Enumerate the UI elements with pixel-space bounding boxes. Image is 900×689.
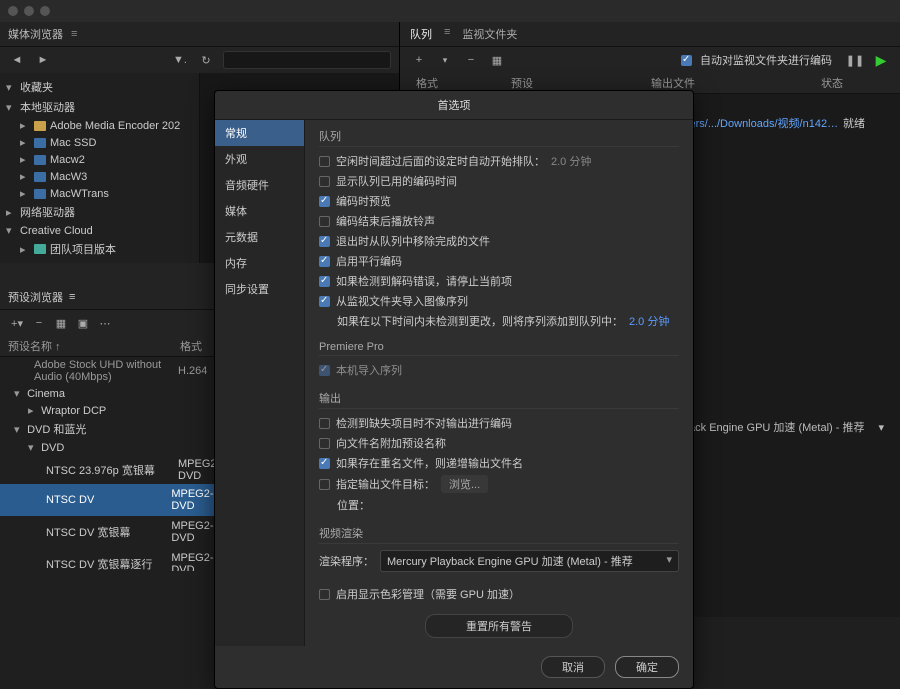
option-label: 编码时预览 <box>336 193 391 209</box>
option-checkbox[interactable] <box>319 176 330 187</box>
browse-button[interactable]: 浏览... <box>441 475 488 493</box>
reset-warnings-button[interactable]: 重置所有警告 <box>425 614 573 638</box>
renderer-label: 渲染程序： <box>319 553 374 569</box>
option-checkbox[interactable] <box>319 156 330 167</box>
option-label: 如果存在重名文件，则递增输出文件名 <box>336 455 523 471</box>
option-label: 检测到缺失项目时不对输出进行编码 <box>336 415 512 431</box>
option-suffix: 2.0 分钟 <box>551 153 591 169</box>
renderer-select[interactable]: Mercury Playback Engine GPU 加速 (Metal) -… <box>380 550 679 572</box>
option-row: 检测到缺失项目时不对输出进行编码 <box>319 413 679 433</box>
prefs-tab-1[interactable]: 外观 <box>215 146 304 172</box>
color-mgmt-checkbox[interactable] <box>319 589 330 600</box>
pp-native-import-checkbox <box>319 365 330 376</box>
ok-button[interactable]: 确定 <box>615 656 679 678</box>
option-checkbox[interactable] <box>319 296 330 307</box>
option-label: 启用平行编码 <box>336 253 402 269</box>
output-target-row: 指定输出文件目标： 浏览... <box>319 473 679 495</box>
preferences-dialog: 首选项 常规外观音频硬件媒体元数据内存同步设置 队列 空闲时间超过后面的设定时自… <box>214 90 694 689</box>
prefs-tab-4[interactable]: 元数据 <box>215 224 304 250</box>
option-checkbox[interactable] <box>319 438 330 449</box>
option-row: 空闲时间超过后面的设定时自动开始排队： 2.0 分钟 <box>319 151 679 171</box>
option-label: 从监视文件夹导入图像序列 <box>336 293 468 309</box>
queue-note-text: 如果在以下时间内未检测到更改，则将序列添加到队列中： <box>337 313 623 329</box>
option-checkbox[interactable] <box>319 236 330 247</box>
prefs-tab-0[interactable]: 常规 <box>215 120 304 146</box>
prefs-tab-2[interactable]: 音频硬件 <box>215 172 304 198</box>
option-label: 如果检测到解码错误，请停止当前项 <box>336 273 512 289</box>
option-row: 从监视文件夹导入图像序列 <box>319 291 679 311</box>
queue-note-row: 如果在以下时间内未检测到更改，则将序列添加到队列中： 2.0 分钟 <box>319 311 679 331</box>
option-label: 显示队列已用的编码时间 <box>336 173 457 189</box>
renderer-row: 渲染程序： Mercury Playback Engine GPU 加速 (Me… <box>319 548 679 574</box>
prefs-tab-3[interactable]: 媒体 <box>215 198 304 224</box>
option-row: 编码结束后播放铃声 <box>319 211 679 231</box>
renderer-value: Mercury Playback Engine GPU 加速 (Metal) -… <box>387 556 633 568</box>
color-mgmt-row: 启用显示色彩管理（需要 GPU 加速） <box>319 584 679 604</box>
option-row: 显示队列已用的编码时间 <box>319 171 679 191</box>
option-label: 退出时从队列中移除完成的文件 <box>336 233 490 249</box>
option-label: 空闲时间超过后面的设定时自动开始排队： <box>336 153 545 169</box>
option-row: 向文件名附加预设名称 <box>319 433 679 453</box>
section-queue: 队列 <box>319 128 679 147</box>
cancel-button[interactable]: 取消 <box>541 656 605 678</box>
section-render: 视频渲染 <box>319 525 679 544</box>
option-row: 如果存在重名文件，则递增输出文件名 <box>319 453 679 473</box>
option-label: 编码结束后播放铃声 <box>336 213 435 229</box>
option-checkbox[interactable] <box>319 196 330 207</box>
option-checkbox[interactable] <box>319 276 330 287</box>
output-target-checkbox[interactable] <box>319 479 330 490</box>
dialog-footer: 取消 确定 <box>215 646 693 688</box>
option-label: 向文件名附加预设名称 <box>336 435 446 451</box>
section-premiere: Premiere Pro <box>319 341 679 356</box>
option-row: 编码时预览 <box>319 191 679 211</box>
pp-native-import-row: 本机导入序列 <box>319 360 679 380</box>
prefs-sidebar: 常规外观音频硬件媒体元数据内存同步设置 <box>215 120 305 646</box>
queue-note-value[interactable]: 2.0 分钟 <box>629 313 669 329</box>
output-target-label: 指定输出文件目标： <box>336 476 435 492</box>
prefs-content: 队列 空闲时间超过后面的设定时自动开始排队：2.0 分钟显示队列已用的编码时间编… <box>305 120 693 646</box>
option-checkbox[interactable] <box>319 216 330 227</box>
prefs-tab-6[interactable]: 同步设置 <box>215 276 304 302</box>
location-label: 位置： <box>337 497 370 513</box>
prefs-tab-5[interactable]: 内存 <box>215 250 304 276</box>
modal-overlay: 首选项 常规外观音频硬件媒体元数据内存同步设置 队列 空闲时间超过后面的设定时自… <box>0 0 900 571</box>
option-checkbox[interactable] <box>319 458 330 469</box>
option-row: 如果检测到解码错误，请停止当前项 <box>319 271 679 291</box>
color-mgmt-label: 启用显示色彩管理（需要 GPU 加速） <box>336 586 520 602</box>
option-checkbox[interactable] <box>319 256 330 267</box>
pp-native-import-label: 本机导入序列 <box>336 362 402 378</box>
dialog-title: 首选项 <box>215 91 693 120</box>
option-row: 退出时从队列中移除完成的文件 <box>319 231 679 251</box>
location-row: 位置： <box>319 495 679 515</box>
section-output: 输出 <box>319 390 679 409</box>
option-checkbox[interactable] <box>319 418 330 429</box>
option-row: 启用平行编码 <box>319 251 679 271</box>
